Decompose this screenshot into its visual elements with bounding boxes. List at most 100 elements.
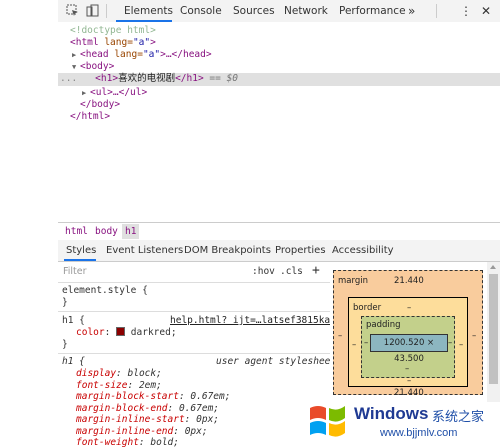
ua-declaration[interactable]: margin-inline-end: 0px;: [76, 426, 208, 438]
property-value: bold;: [150, 437, 179, 447]
margin-top-value[interactable]: 21.440: [394, 276, 424, 286]
windows-brand-text: Windows: [354, 404, 429, 423]
border-right-value[interactable]: –: [459, 340, 463, 350]
property-name: font-weight: [76, 437, 139, 447]
ul-node[interactable]: ▶ <ul>…</ul>: [82, 87, 147, 99]
tab-event-listeners[interactable]: Event Listeners: [106, 240, 183, 261]
property-value: 0px;: [196, 414, 220, 425]
ua-declaration[interactable]: font-size: 2em;: [76, 380, 162, 392]
rule-divider: [58, 311, 330, 312]
tag-open: <body>: [80, 61, 115, 72]
body-close-node[interactable]: </body>: [80, 99, 120, 111]
property-name: margin-inline-start: [76, 414, 185, 425]
breadcrumb-h1[interactable]: h1: [122, 224, 140, 239]
tab-sources[interactable]: Sources: [233, 0, 275, 22]
property-name: margin-inline-end: [76, 425, 174, 437]
tab-properties[interactable]: Properties: [275, 240, 326, 261]
ua-declaration[interactable]: margin-block-end: 0.67em;: [76, 403, 219, 415]
settings-menu-icon[interactable]: ⋮: [460, 0, 472, 22]
head-node[interactable]: ▶ <head lang="a">…</head>: [72, 49, 212, 61]
property-value: 2em;: [138, 379, 162, 391]
margin-box[interactable]: margin 21.440 – – 21.440 border – – – – …: [333, 270, 483, 398]
h1-node-selected[interactable]: ... <h1>喜欢的电视剧</h1> == $0: [58, 73, 500, 86]
tab-performance[interactable]: Performance: [339, 0, 406, 22]
active-subtab-indicator: [64, 259, 96, 261]
expand-triangle-icon[interactable]: ▶: [82, 87, 90, 99]
ua-stylesheet-label: user agent stylesheet: [216, 356, 330, 367]
box-model-diagram: margin 21.440 – – 21.440 border – – – – …: [330, 262, 487, 402]
margin-right-value[interactable]: –: [472, 331, 476, 341]
tag-open: <html: [70, 37, 99, 48]
padding-right-value[interactable]: –: [448, 338, 452, 348]
color-swatch-icon[interactable]: [116, 327, 126, 336]
inspect-element-icon[interactable]: [66, 4, 79, 17]
body-node[interactable]: ▼ <body>: [72, 61, 114, 73]
devtools-toolbar: Elements Console Sources Network Perform…: [58, 0, 500, 23]
property-value: 0.67em;: [178, 402, 220, 414]
ua-declaration[interactable]: display: block;: [76, 368, 162, 380]
tab-dom-breakpoints[interactable]: DOM Breakpoints: [184, 240, 271, 261]
tab-accessibility[interactable]: Accessibility: [332, 240, 394, 261]
border-box[interactable]: border – – – – padding – – – – 1200.520 …: [348, 297, 468, 387]
attr-value: "a": [142, 49, 161, 60]
scroll-up-arrow-icon[interactable]: [490, 265, 496, 269]
device-toolbar-icon[interactable]: [86, 4, 99, 17]
more-tabs-button[interactable]: »: [408, 0, 415, 22]
ua-rule-selector[interactable]: h1 {: [62, 356, 85, 368]
border-top-value[interactable]: –: [407, 303, 411, 313]
node-menu-dots[interactable]: ...: [60, 73, 77, 84]
scrollbar[interactable]: [487, 262, 500, 402]
content-box[interactable]: 1200.520 × 43.500: [370, 334, 448, 364]
property-name: margin-block-end: [76, 402, 168, 414]
property-name: display: [76, 368, 117, 379]
tab-console[interactable]: Console: [180, 0, 222, 22]
tag-close: >: [150, 37, 156, 48]
tag-close: </h1>: [175, 73, 204, 84]
element-style-selector[interactable]: element.style {: [62, 285, 148, 297]
padding-box[interactable]: padding – – – – 1200.520 × 43.500: [361, 316, 455, 378]
node-text: 喜欢的电视剧: [118, 73, 176, 84]
close-icon[interactable]: ✕: [481, 0, 491, 22]
property-name: color: [76, 327, 105, 338]
html-close-node[interactable]: </html>: [70, 111, 110, 123]
tab-network[interactable]: Network: [284, 0, 328, 22]
attr-name: lang=: [98, 37, 133, 48]
collapse-triangle-icon[interactable]: ▼: [72, 61, 80, 73]
tag-open: <head: [80, 49, 109, 60]
property-value: block;: [127, 368, 162, 379]
watermark-url: www.bjjmlv.com: [380, 427, 458, 439]
html-node[interactable]: <html lang="a">: [70, 37, 156, 49]
expand-triangle-icon[interactable]: ▶: [72, 49, 80, 61]
ua-declaration[interactable]: font-weight: bold;: [76, 437, 179, 447]
toolbar-divider: [106, 4, 107, 18]
doctype-node[interactable]: <!doctype html>: [70, 25, 156, 37]
hover-state-toggle[interactable]: :hov: [252, 266, 275, 277]
toolbar-divider: [436, 4, 437, 18]
margin-left-value[interactable]: –: [338, 331, 342, 341]
border-label: border: [353, 303, 382, 313]
filter-input[interactable]: Filter: [63, 266, 87, 277]
styles-pane: Filter :hov .cls + element.style { } h1 …: [58, 262, 330, 447]
rule-close-brace: }: [62, 339, 68, 350]
property-name: margin-block-start: [76, 391, 179, 402]
h1-rule-selector[interactable]: h1 {: [62, 315, 85, 327]
breadcrumb-body[interactable]: body: [92, 224, 121, 239]
breadcrumb-html[interactable]: html: [62, 224, 91, 239]
property-name: font-size: [76, 379, 128, 391]
border-left-value[interactable]: –: [352, 340, 356, 350]
padding-left-value[interactable]: –: [364, 338, 368, 348]
tab-styles[interactable]: Styles: [66, 240, 96, 261]
tab-elements[interactable]: Elements: [124, 0, 173, 22]
scrollbar-thumb[interactable]: [489, 274, 498, 384]
new-rule-button[interactable]: +: [312, 263, 320, 278]
property-value: 0px;: [184, 425, 208, 437]
ua-declaration[interactable]: margin-block-start: 0.67em;: [76, 391, 230, 403]
stylesheet-source-link[interactable]: help.html? ijt=…latsef3815ka:7: [170, 315, 330, 327]
color-declaration[interactable]: color: darkred;: [76, 327, 177, 339]
class-toggle[interactable]: .cls: [280, 266, 303, 277]
filter-bar: Filter :hov .cls +: [58, 262, 330, 283]
breadcrumb: html body h1: [58, 222, 500, 241]
tag-open: <ul>…</ul>: [90, 87, 148, 98]
ua-declaration[interactable]: margin-inline-start: 0px;: [76, 414, 219, 426]
windows-watermark: Windows 系统之家 www.bjjmlv.com: [308, 394, 500, 447]
